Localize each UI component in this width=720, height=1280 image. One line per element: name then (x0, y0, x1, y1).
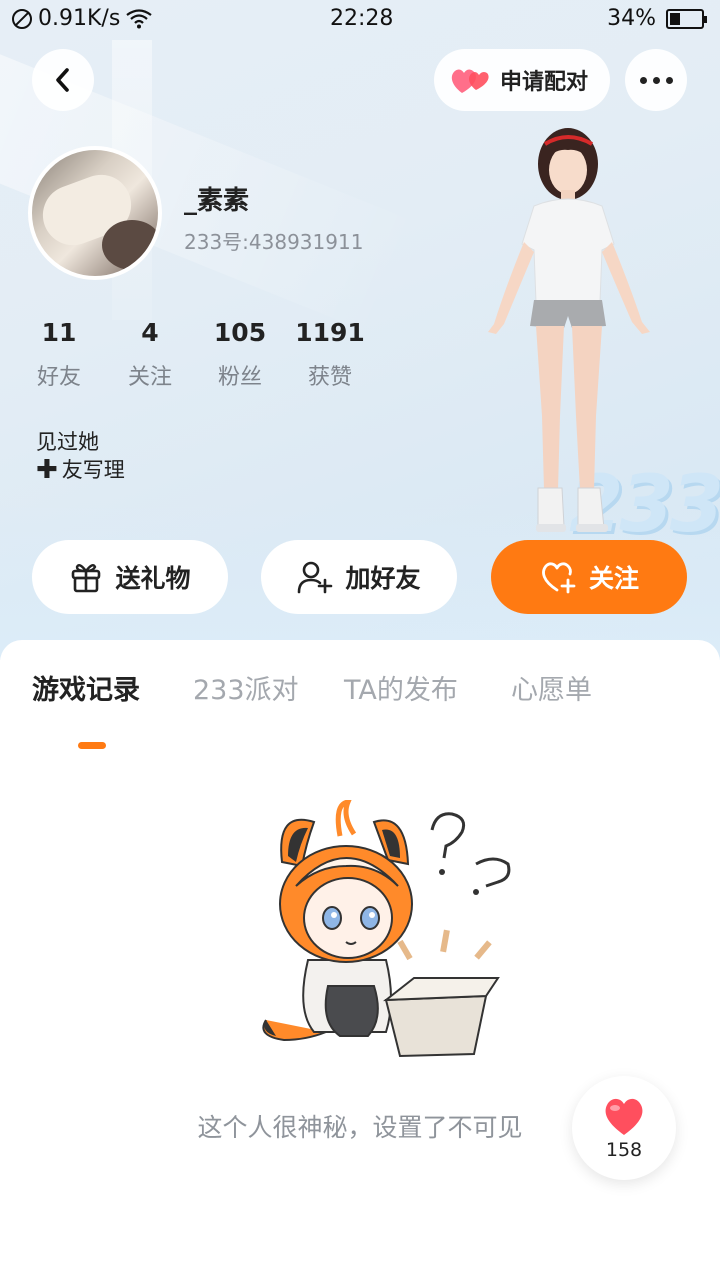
more-dots-icon (639, 76, 673, 84)
active-tab-indicator (78, 742, 106, 749)
tab-233-party[interactable]: 233派对 (193, 668, 299, 707)
follow-button[interactable]: 关注 (491, 540, 687, 614)
network-speed: 0.91K/s (38, 6, 121, 31)
double-heart-icon (451, 69, 489, 93)
stat-friends[interactable]: 11 好友 (14, 318, 104, 391)
write-friend-link[interactable]: ✚ 友写理 (36, 456, 125, 484)
send-gift-button[interactable]: 送礼物 (32, 540, 228, 614)
battery-icon (666, 8, 707, 29)
no-sim-icon (12, 8, 32, 29)
stat-label: 获赞 (307, 365, 352, 390)
back-button[interactable] (32, 49, 94, 111)
avatar-character[interactable] (472, 126, 662, 546)
tab-game-records[interactable]: 游戏记录 (32, 668, 140, 707)
stat-label: 好友 (36, 365, 81, 390)
add-friend-button[interactable]: 加好友 (261, 540, 457, 614)
empty-state-illustration (262, 800, 511, 1058)
stat-likes[interactable]: 1191 获赞 (285, 318, 375, 391)
more-options-button[interactable] (625, 49, 687, 111)
request-match-button[interactable]: 申请配对 (434, 49, 610, 111)
heart-icon (605, 1098, 643, 1135)
stat-following[interactable]: 4 关注 (105, 318, 195, 391)
write-friend-label: 友写理 (61, 458, 125, 482)
stat-value: 4 (141, 318, 159, 347)
like-button[interactable]: 158 (572, 1076, 676, 1180)
battery-percent: 34% (607, 6, 656, 31)
send-gift-label: 送礼物 (115, 564, 191, 593)
username: _素素 (184, 186, 250, 216)
add-user-icon (298, 561, 333, 594)
chevron-left-icon (56, 68, 69, 92)
empty-state-text: 这个人很神秘，设置了不可见 (197, 1113, 523, 1142)
status-bar: 0.91K/s 22:28 34% (0, 0, 720, 40)
seen-label: 见过她 (36, 430, 99, 454)
stat-label: 粉丝 (217, 365, 262, 390)
seen-section: 见过她 ✚ 友写理 (36, 428, 125, 484)
request-match-label: 申请配对 (500, 70, 589, 95)
user-id: 233号:438931911 (184, 230, 364, 254)
wifi-icon (126, 8, 152, 28)
content-sheet: 游戏记录 233派对 TA的发布 心愿单 这个人很神秘，设置了不可见 (0, 640, 720, 1280)
stat-value: 105 (213, 318, 267, 347)
stat-value: 1191 (295, 318, 365, 347)
stat-label: 关注 (127, 365, 172, 390)
like-count: 158 (605, 1139, 643, 1161)
tab-ta-posts[interactable]: TA的发布 (344, 668, 458, 707)
stat-value: 11 (41, 318, 77, 347)
follow-label: 关注 (588, 564, 639, 593)
stat-fans[interactable]: 105 粉丝 (195, 318, 285, 391)
tab-wishlist[interactable]: 心愿单 (511, 668, 592, 707)
add-friend-label: 加好友 (345, 564, 421, 593)
clock: 22:28 (330, 6, 394, 31)
user-avatar[interactable] (28, 146, 162, 280)
plus-icon: ✚ (36, 455, 58, 485)
gift-icon (72, 564, 101, 593)
heart-plus-icon (542, 562, 576, 594)
